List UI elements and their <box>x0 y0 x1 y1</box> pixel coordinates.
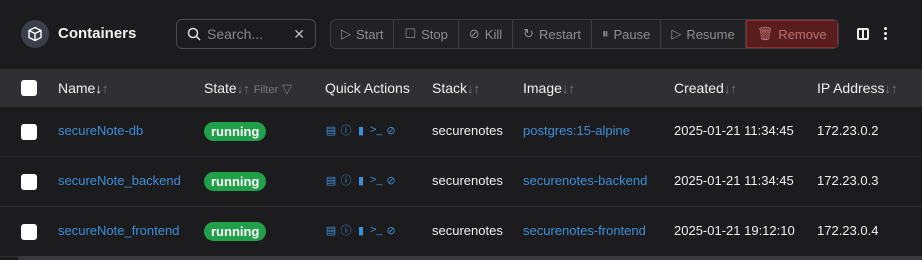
sort-icon: ↓↑ <box>95 81 109 96</box>
stack-cell: securenotes <box>432 173 503 188</box>
image-link[interactable]: postgres:15-alpine <box>523 123 630 138</box>
stats-icon[interactable]: ▮ <box>355 224 367 237</box>
logs-icon[interactable]: ▤ <box>325 174 337 187</box>
image-link[interactable]: securenotes-frontend <box>523 223 646 238</box>
inspect-icon[interactable]: ⓘ <box>340 222 352 238</box>
ip-cell: 172.23.0.2 <box>817 123 879 138</box>
attach-icon[interactable]: ⊘ <box>385 224 397 237</box>
ip-column-label: IP Address <box>817 80 885 96</box>
remove-button[interactable]: 🗑 Remove <box>745 20 838 48</box>
quick-actions: ▤ ⓘ ▮ >_ ⊘ <box>325 222 397 238</box>
resume-icon: ▷ <box>671 26 682 41</box>
stop-icon: ☐ <box>404 26 417 41</box>
stack-cell: securenotes <box>432 123 503 138</box>
status-badge: running <box>204 222 267 241</box>
sort-icon: ↓↑ <box>884 81 898 96</box>
start-button[interactable]: ▷ Start <box>331 20 395 48</box>
stop-label: Stop <box>421 26 448 42</box>
restart-button[interactable]: ↻ Restart <box>513 20 592 48</box>
kill-button[interactable]: ⊘ Kill <box>458 20 514 48</box>
inspect-icon[interactable]: ⓘ <box>340 172 352 188</box>
quick-actions: ▤ ⓘ ▮ >_ ⊘ <box>325 122 397 138</box>
created-column-label: Created <box>674 80 724 96</box>
table-row[interactable]: secureNote-db running ▤ ⓘ ▮ >_ ⊘ securenotes… <box>0 107 922 157</box>
created-cell: 2025-01-21 11:34:45 <box>674 123 794 138</box>
kill-label: Kill <box>484 26 503 42</box>
image-link[interactable]: securenotes-backend <box>523 173 647 188</box>
quick-actions: ▤ ⓘ ▮ >_ ⊘ <box>325 172 397 188</box>
console-icon[interactable]: >_ <box>370 124 383 136</box>
attach-icon[interactable]: ⊘ <box>385 174 397 187</box>
pause-button[interactable]: ⏸ Pause <box>591 20 662 48</box>
ip-cell: 172.23.0.4 <box>817 223 879 238</box>
play-icon: ▷ <box>341 26 351 41</box>
state-filter[interactable]: Filter <box>254 84 278 96</box>
column-header-quick-actions: Quick Actions <box>325 80 410 96</box>
remove-label: Remove <box>778 26 827 42</box>
select-all-checkbox[interactable] <box>21 80 37 96</box>
name-column-label: Name <box>58 80 96 96</box>
refresh-icon: ↻ <box>523 26 535 41</box>
column-header-stack[interactable]: Stack↓↑ <box>432 80 480 96</box>
row-checkbox[interactable] <box>21 224 37 240</box>
more-options-icon[interactable] <box>884 27 888 41</box>
restart-label: Restart <box>539 26 581 42</box>
column-header-state[interactable]: State↓↑ Filter ▽ <box>204 80 292 97</box>
search-icon <box>187 27 201 41</box>
status-badge: running <box>204 122 267 141</box>
trash-icon: 🗑 <box>756 26 774 41</box>
container-action-toolbar: ▷ Start ☐ Stop ⊘ Kill ↻ Restart ⏸ Pause ▷ Resu… <box>330 19 839 49</box>
sort-icon: ↓↑ <box>723 81 737 96</box>
stop-button[interactable]: ☐ Stop <box>394 20 459 48</box>
image-column-label: Image <box>523 80 562 96</box>
table-row[interactable]: secureNote_frontend running ▤ ⓘ ▮ >_ ⊘ secur… <box>0 207 922 257</box>
container-name-link[interactable]: secureNote_backend <box>58 173 181 188</box>
stats-icon[interactable]: ▮ <box>355 174 367 187</box>
pause-icon: ⏸ <box>601 26 609 41</box>
logs-icon[interactable]: ▤ <box>325 124 337 137</box>
cube-icon <box>21 20 49 48</box>
resume-label: Resume <box>686 26 735 42</box>
filter-icon[interactable]: ▽ <box>282 81 292 96</box>
search-input[interactable] <box>207 26 285 42</box>
console-icon[interactable]: >_ <box>370 224 383 236</box>
columns-view-icon[interactable] <box>857 28 869 40</box>
stack-cell: securenotes <box>432 223 503 238</box>
container-name-link[interactable]: secureNote-db <box>58 123 143 138</box>
column-header-name[interactable]: Name↓↑ <box>58 80 108 96</box>
horizontal-scrollbar[interactable] <box>18 256 922 260</box>
container-name-link[interactable]: secureNote_frontend <box>58 223 179 238</box>
sort-icon: ↓↑ <box>236 81 250 96</box>
search-box[interactable]: ✕ <box>176 19 316 49</box>
created-cell: 2025-01-21 11:34:45 <box>674 173 794 188</box>
ban-icon: ⊘ <box>468 26 480 41</box>
console-icon[interactable]: >_ <box>370 174 383 186</box>
row-checkbox[interactable] <box>21 124 37 140</box>
page-header: Containers ✕ ▷ Start ☐ Stop ⊘ Kill ↻ Restart… <box>0 0 922 68</box>
logs-icon[interactable]: ▤ <box>325 224 337 237</box>
table-header: Name↓↑ State↓↑ Filter ▽ Quick Actions Sta… <box>0 69 922 107</box>
stats-icon[interactable]: ▮ <box>355 124 367 137</box>
pause-label: Pause <box>613 26 651 42</box>
sort-icon: ↓↑ <box>467 81 481 96</box>
page-title: Containers <box>58 25 137 42</box>
sort-icon: ↓↑ <box>561 81 575 96</box>
start-label: Start <box>356 26 384 42</box>
attach-icon[interactable]: ⊘ <box>385 124 397 137</box>
table-row[interactable]: secureNote_backend running ▤ ⓘ ▮ >_ ⊘ secure… <box>0 157 922 207</box>
ip-cell: 172.23.0.3 <box>817 173 879 188</box>
inspect-icon[interactable]: ⓘ <box>340 122 352 138</box>
clear-search-icon[interactable]: ✕ <box>293 26 305 43</box>
column-header-ip[interactable]: IP Address↓↑ <box>817 80 897 96</box>
resume-button[interactable]: ▷ Resume <box>661 20 746 48</box>
created-cell: 2025-01-21 19:12:10 <box>674 223 795 238</box>
row-checkbox[interactable] <box>21 174 37 190</box>
stack-column-label: Stack <box>432 80 468 96</box>
state-column-label: State <box>204 80 237 96</box>
column-header-image[interactable]: Image↓↑ <box>523 80 575 96</box>
status-badge: running <box>204 172 267 191</box>
column-header-created[interactable]: Created↓↑ <box>674 80 737 96</box>
